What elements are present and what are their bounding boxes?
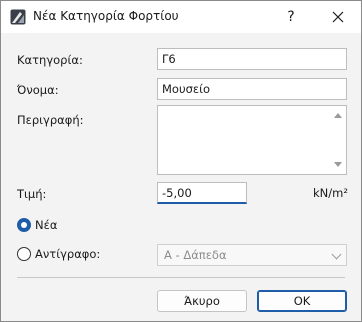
new-radio[interactable]	[17, 218, 31, 232]
name-label: Όνομα:	[17, 83, 59, 97]
copy-radio[interactable]	[17, 247, 31, 261]
app-icon	[10, 9, 26, 25]
close-button[interactable]	[315, 1, 361, 33]
close-icon	[332, 11, 344, 23]
description-textarea[interactable]	[157, 105, 347, 175]
category-label: Κατηγορία:	[17, 53, 83, 67]
value-input[interactable]: -5,00	[157, 182, 247, 204]
divider	[17, 277, 345, 278]
description-label: Περιγραφή:	[17, 113, 84, 127]
name-input[interactable]: Μουσείο	[157, 78, 347, 100]
scroll-up-arrow-icon[interactable]	[334, 113, 342, 118]
unit-label: kN/m²	[313, 186, 348, 200]
ok-button[interactable]: OK	[257, 290, 347, 312]
dialog-window: Νέα Κατηγορία Φορτίου ? Κατηγορία: Γ6 Όν…	[0, 0, 362, 322]
title-bar: Νέα Κατηγορία Φορτίου ?	[1, 1, 361, 33]
category-input[interactable]: Γ6	[157, 48, 347, 70]
scroll-down-arrow-icon[interactable]	[334, 162, 342, 167]
chevron-down-icon	[331, 249, 342, 260]
cancel-button[interactable]: Άκυρο	[157, 290, 247, 312]
copy-source-value: Α - Δάπεδα	[164, 248, 227, 262]
dialog-title: Νέα Κατηγορία Φορτίου	[33, 9, 179, 23]
copy-radio-label[interactable]: Αντίγραφο:	[35, 247, 100, 261]
help-button[interactable]: ?	[271, 1, 311, 33]
copy-source-select[interactable]: Α - Δάπεδα	[157, 244, 347, 266]
new-radio-label[interactable]: Νέα	[35, 218, 57, 232]
value-label: Τιμή:	[17, 187, 47, 201]
